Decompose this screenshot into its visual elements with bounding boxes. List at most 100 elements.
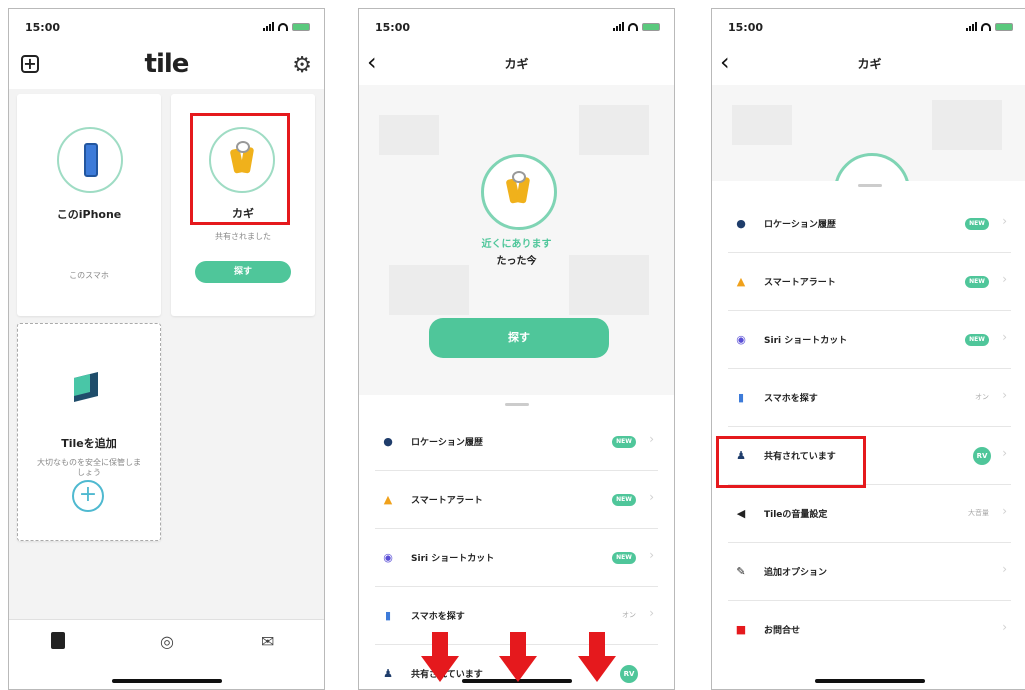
battery-icon [642, 22, 660, 31]
location-pin-icon: ● [383, 435, 393, 448]
proximity-status: 近くにあります [481, 239, 552, 250]
status-icons [966, 22, 1013, 31]
chevron-right-icon: › [1002, 620, 1007, 634]
gear-icon[interactable]: ⚙ [292, 53, 312, 78]
status-bar: 15:00 [728, 21, 1013, 35]
add-tile-card[interactable]: Tileを追加 大切なものを安全に保管しましょう + [17, 323, 161, 541]
row-label: Tileの音量設定 [764, 510, 828, 520]
help-icon: ■ [735, 623, 747, 636]
last-seen-time: たった今 [496, 256, 537, 267]
highlight-box [190, 113, 290, 225]
row-label: スマートアラート [764, 278, 836, 288]
speaker-icon: ◀ [736, 507, 746, 520]
location-pin-icon: ● [736, 217, 746, 230]
status-bar: 15:00 [375, 21, 660, 35]
find-button[interactable]: 探す [429, 318, 609, 358]
tile-name: このiPhone [56, 208, 122, 221]
row-value: 大音量 [968, 509, 989, 517]
row-label: Siri ショートカット [411, 554, 495, 564]
list-item-volume[interactable]: ◀ Tileの音量設定 大音量 › [728, 485, 1011, 543]
list-item-contact[interactable]: ■ お問合せ › [728, 601, 1011, 659]
status-time: 15:00 [375, 21, 411, 34]
avatar: RV [973, 447, 991, 465]
signal-icon [966, 22, 977, 31]
scroll-down-arrow [499, 632, 537, 684]
tile-avatar [57, 127, 123, 193]
tab-tiles[interactable] [51, 632, 65, 653]
drawer-handle[interactable] [857, 184, 882, 187]
bell-icon: ▲ [736, 275, 746, 288]
avatar: RV [620, 665, 638, 683]
wifi-icon [628, 22, 638, 31]
keys-icon [505, 171, 532, 209]
find-button[interactable]: 探す [195, 261, 291, 283]
add-tile-title: Tileを追加 [61, 437, 117, 450]
status-bar: 15:00 [25, 21, 310, 35]
phone-screen-tile-detail: 15:00 ‹ カギ 近くにあります たった今 探す ● ロケーション履歴 NE… [358, 8, 675, 690]
iphone-icon [84, 143, 98, 177]
tile-icon [51, 632, 65, 649]
new-badge: NEW [965, 276, 989, 288]
new-badge: NEW [612, 494, 636, 506]
chevron-right-icon: › [1002, 504, 1007, 518]
siri-icon: ◉ [383, 551, 393, 564]
scroll-down-arrow [421, 632, 459, 684]
phone-screen-tile-options: 15:00 ‹ カギ ● ロケーション履歴 NEW › ▲ スマートアラート N… [711, 8, 1025, 690]
bell-icon: ▲ [383, 493, 393, 506]
list-item-siri-shortcut[interactable]: ◉ Siri ショートカット NEW › [375, 529, 658, 587]
chevron-right-icon: › [649, 490, 654, 504]
tile-subtitle: このスマホ [69, 271, 109, 280]
app-logo: tile [144, 49, 190, 79]
siri-icon: ◉ [736, 333, 746, 346]
list-item-smart-alert[interactable]: ▲ スマートアラート NEW › [728, 253, 1011, 311]
nav-bar: ‹ カギ [359, 49, 674, 79]
chevron-right-icon: › [1002, 272, 1007, 286]
chevron-right-icon: › [649, 432, 654, 446]
scroll-down-arrow [578, 632, 616, 684]
row-value: オン [975, 393, 989, 401]
phone-screen-home: 15:00 + tile ⚙ このiPhone このスマホ カギ 共有されました… [8, 8, 325, 690]
mail-icon: ✉ [261, 632, 275, 651]
row-value: オン [622, 611, 636, 619]
home-header: + tile ⚙ [9, 49, 324, 81]
pencil-icon: ✎ [736, 565, 746, 578]
row-label: お問合せ [764, 626, 801, 636]
wifi-icon [981, 22, 991, 31]
phone-icon: ▮ [737, 391, 745, 404]
list-item-find-phone[interactable]: ▮ スマホを探す オン › [728, 369, 1011, 427]
status-icons [613, 22, 660, 31]
battery-icon [292, 22, 310, 31]
new-badge: NEW [612, 552, 636, 564]
phone-icon: ▮ [384, 609, 392, 622]
status-icons [263, 22, 310, 31]
tile-box-icon [74, 372, 98, 402]
chevron-right-icon: › [649, 606, 654, 620]
tile-card-iphone[interactable]: このiPhone このスマホ [17, 94, 161, 316]
new-badge: NEW [965, 218, 989, 230]
list-item-location-history[interactable]: ● ロケーション履歴 NEW › [728, 195, 1011, 253]
nav-bar: ‹ カギ [712, 49, 1025, 79]
list-item-smart-alert[interactable]: ▲ スマートアラート NEW › [375, 471, 658, 529]
chevron-right-icon: › [1002, 388, 1007, 402]
list-item-siri-shortcut[interactable]: ◉ Siri ショートカット NEW › [728, 311, 1011, 369]
chevron-right-icon: › [1002, 562, 1007, 576]
location-icon: ◎ [160, 632, 174, 651]
battery-icon [995, 22, 1013, 31]
new-badge: NEW [965, 334, 989, 346]
tab-map[interactable]: ◎ [160, 632, 174, 651]
add-tile-subtitle: 大切なものを安全に保管しましょう [37, 458, 141, 477]
list-item-location-history[interactable]: ● ロケーション履歴 NEW › [375, 413, 658, 471]
plus-icon[interactable]: + [72, 480, 104, 512]
new-badge: NEW [612, 436, 636, 448]
status-time: 15:00 [728, 21, 764, 34]
row-label: Siri ショートカット [764, 336, 848, 346]
list-item-more-options[interactable]: ✎ 追加オプション › [728, 543, 1011, 601]
chevron-right-icon: › [1002, 214, 1007, 228]
person-icon: ♟ [383, 667, 393, 680]
row-label: ロケーション履歴 [764, 220, 836, 230]
row-label: ロケーション履歴 [411, 438, 483, 448]
tab-mail[interactable]: ✉ [261, 632, 274, 651]
signal-icon [613, 22, 624, 31]
drawer-handle[interactable] [504, 403, 529, 406]
home-indicator [111, 679, 222, 683]
